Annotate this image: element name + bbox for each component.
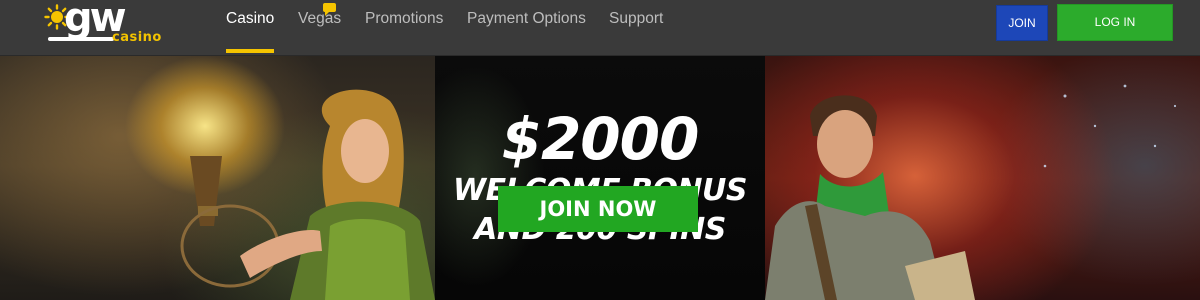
promo-bonus-amount: $2000 [501, 105, 700, 173]
nav-item-support[interactable]: Support [609, 10, 663, 28]
logo-subtitle: casino [112, 30, 162, 45]
logo-underline [48, 37, 114, 41]
login-button[interactable]: LOG IN [1057, 4, 1173, 41]
hero-banner[interactable]: $2000 WELCOME BONUS AND 200 SPINS [0, 56, 1200, 300]
site-logo[interactable]: gw casino [44, 0, 174, 50]
hero-left-artwork [0, 56, 435, 300]
nav-item-casino[interactable]: Casino [226, 10, 274, 28]
nav-active-indicator [226, 49, 274, 53]
top-navigation-bar: gw casino Casino Vegas Promotions Paymen… [0, 0, 1200, 56]
explorer-illustration [765, 84, 1177, 300]
nav-item-vegas[interactable]: Vegas [298, 10, 341, 28]
join-button[interactable]: JOIN [996, 5, 1048, 41]
nav-item-promotions[interactable]: Promotions [365, 10, 443, 28]
heroine-illustration [180, 89, 435, 300]
join-now-button[interactable]: JOIN NOW [498, 186, 698, 232]
nav-item-payment-options[interactable]: Payment Options [467, 10, 586, 28]
chat-bubble-icon [323, 3, 336, 16]
hero-right-artwork [765, 56, 1200, 300]
